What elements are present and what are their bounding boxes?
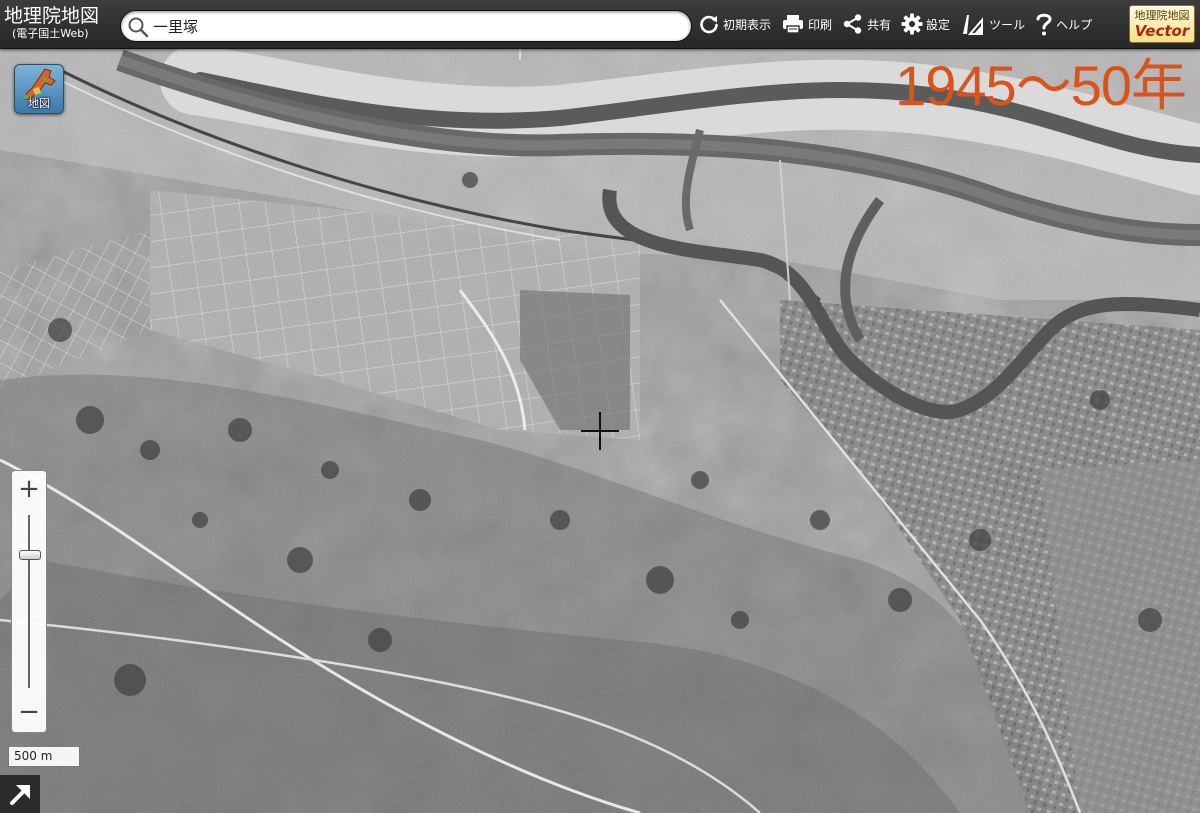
help-button[interactable]: ヘルプ: [1035, 4, 1092, 44]
header-bar: 地理院地図 (電子国土Web) 初期表示: [0, 0, 1200, 49]
print-button[interactable]: 印刷: [781, 4, 832, 44]
map-layer-button[interactable]: 地図: [14, 64, 64, 114]
app-title: 地理院地図: [4, 5, 100, 27]
aerial-photo-map[interactable]: [0, 0, 1200, 813]
zoom-in-button[interactable]: +: [12, 473, 46, 507]
share-label: 共有: [867, 17, 892, 32]
app-root: 地理院地図 (電子国土Web) 初期表示: [0, 0, 1200, 813]
arrow-up-right-icon: [10, 785, 30, 805]
vector-map-button[interactable]: 地理院地図 Vector: [1129, 5, 1195, 43]
help-icon: [1036, 13, 1052, 36]
tools-icon: [963, 15, 984, 35]
reload-icon: [700, 15, 718, 34]
tools-button[interactable]: ツール: [960, 4, 1025, 44]
search-input[interactable]: [153, 14, 681, 38]
printer-icon: [783, 15, 804, 34]
zoom-slider-thumb[interactable]: [19, 550, 41, 560]
scale-label: 500 m: [14, 749, 53, 763]
vector-button-label: Vector: [1134, 22, 1190, 40]
zoom-slider-track[interactable]: [28, 515, 30, 688]
search-icon: [128, 17, 149, 38]
map-layer-label: 地図: [28, 97, 50, 110]
scale-bar: 500 m: [8, 747, 80, 767]
help-label: ヘルプ: [1056, 17, 1093, 32]
settings-button[interactable]: 設定: [901, 4, 950, 44]
reset-view-label: 初期表示: [723, 17, 772, 32]
share-button[interactable]: 共有: [842, 4, 891, 44]
zoom-out-button[interactable]: −: [12, 696, 46, 730]
photo-era-label: 1945〜50年: [895, 54, 1187, 117]
app-subtitle: (電子国土Web): [12, 27, 89, 40]
vector-button-title: 地理院地図: [1134, 9, 1190, 22]
reset-view-button[interactable]: 初期表示: [698, 4, 771, 44]
app-logo[interactable]: 地理院地図 (電子国土Web): [4, 4, 116, 44]
search-box[interactable]: [120, 10, 692, 42]
center-crosshair-icon: [581, 412, 619, 450]
expand-panel-button[interactable]: [0, 775, 40, 813]
settings-label: 設定: [926, 17, 951, 32]
tools-label: ツール: [989, 17, 1026, 32]
zoom-control: + −: [11, 470, 47, 733]
map-canvas[interactable]: [0, 0, 1200, 813]
share-icon: [843, 14, 862, 34]
print-label: 印刷: [808, 17, 833, 32]
gear-icon: [901, 13, 923, 35]
toolbar: 初期表示 印刷 共有 設定 ツール ヘルプ: [698, 4, 1102, 44]
